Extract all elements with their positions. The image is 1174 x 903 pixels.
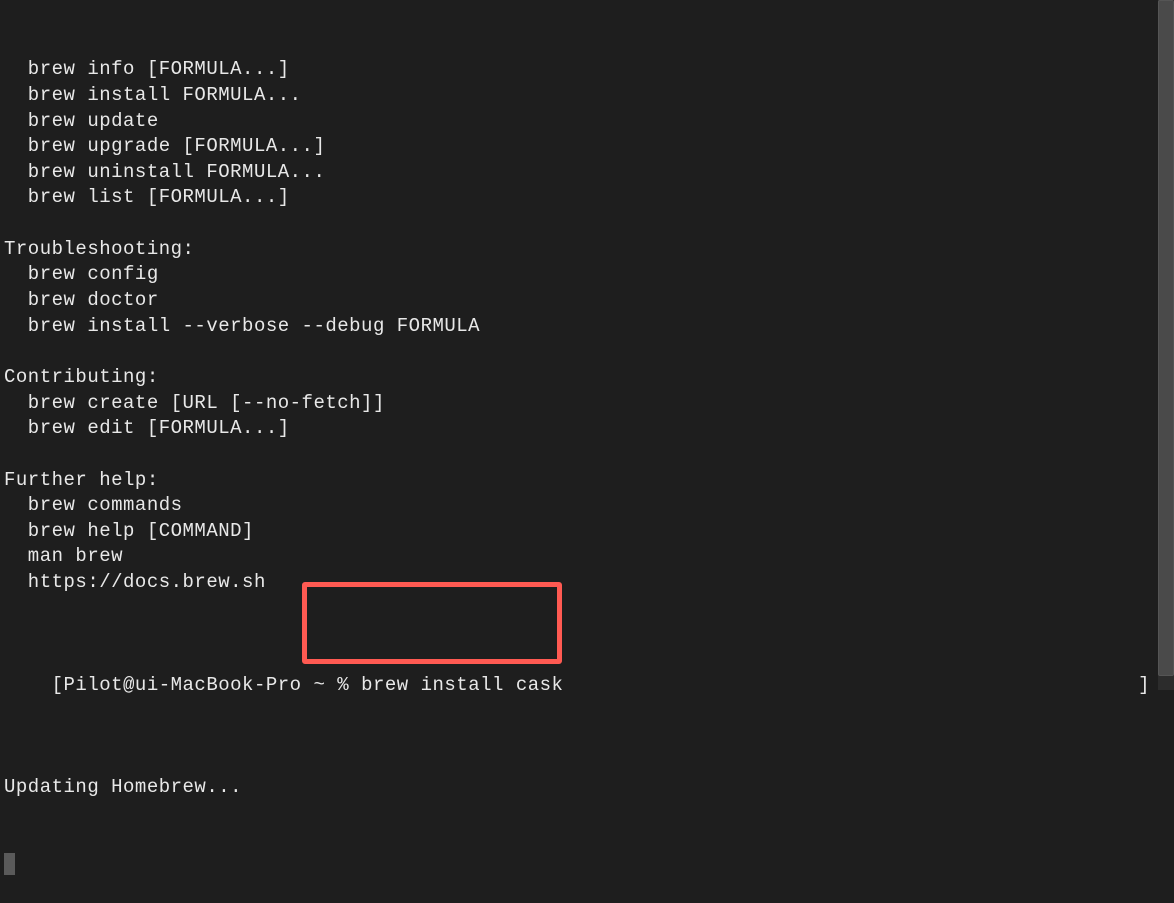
prompt-end-bracket: ] [1138,673,1150,699]
output-line: brew doctor [4,288,1170,314]
output-line: man brew [4,544,1170,570]
scrollbar-thumb[interactable] [1158,0,1174,676]
output-line: brew commands [4,493,1170,519]
output-line [4,442,1170,468]
output-line [4,211,1170,237]
output-line: brew install FORMULA... [4,83,1170,109]
output-line: Further help: [4,468,1170,494]
output-line: brew install --verbose --debug FORMULA [4,314,1170,340]
output-line: brew info [FORMULA...] [4,57,1170,83]
prompt-line[interactable]: [Pilot@ui-MacBook-Pro ~ % brew install c… [4,647,1170,724]
output-line: brew create [URL [--no-fetch]] [4,391,1170,417]
prompt-user-host: [Pilot@ui-MacBook-Pro [52,674,302,696]
output-line: Contributing: [4,365,1170,391]
cursor-line[interactable] [4,852,1170,878]
output-line: brew uninstall FORMULA... [4,160,1170,186]
output-line: brew update [4,109,1170,135]
output-line [4,339,1170,365]
output-line: brew config [4,262,1170,288]
output-line: brew help [COMMAND] [4,519,1170,545]
status-line: Updating Homebrew... [4,775,1170,801]
terminal-output[interactable]: brew info [FORMULA...] brew install FORM… [4,6,1170,903]
current-command[interactable]: brew install cask [361,674,563,696]
prompt-path: ~ % [313,674,349,696]
cursor-icon [4,853,15,875]
output-line: brew edit [FORMULA...] [4,416,1170,442]
output-line: https://docs.brew.sh [4,570,1170,596]
scrollbar-track[interactable] [1158,0,1174,690]
output-line: brew upgrade [FORMULA...] [4,134,1170,160]
output-line: Troubleshooting: [4,237,1170,263]
output-line: brew list [FORMULA...] [4,185,1170,211]
